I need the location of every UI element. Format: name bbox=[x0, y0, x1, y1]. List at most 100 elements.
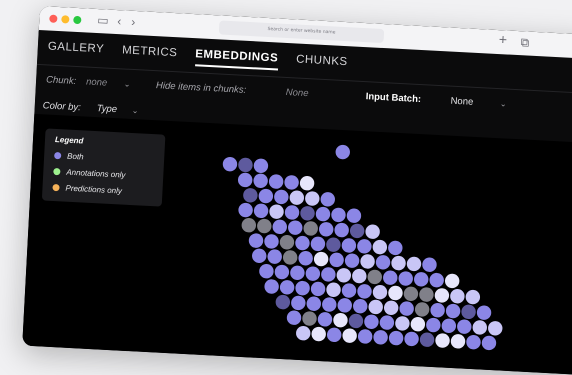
address-bar[interactable]: Search or enter website name bbox=[218, 20, 385, 44]
tab-chunks[interactable]: CHUNKS bbox=[295, 53, 348, 74]
tabs-overview-icon[interactable]: ⧉ bbox=[520, 35, 529, 49]
embedding-point[interactable] bbox=[295, 280, 310, 296]
embedding-point[interactable] bbox=[429, 272, 444, 288]
embedding-point[interactable] bbox=[326, 327, 342, 343]
embedding-point[interactable] bbox=[337, 298, 352, 313]
embedding-point[interactable] bbox=[288, 220, 303, 235]
tab-embeddings[interactable]: EMBEDDINGS bbox=[194, 48, 279, 71]
embedding-point[interactable] bbox=[414, 272, 429, 287]
embedding-point[interactable] bbox=[317, 312, 333, 327]
embedding-point[interactable] bbox=[450, 334, 466, 349]
embedding-point[interactable] bbox=[341, 283, 357, 298]
embedding-point[interactable] bbox=[305, 266, 321, 281]
embedding-point[interactable] bbox=[274, 189, 289, 205]
embedding-point[interactable] bbox=[422, 257, 437, 272]
embedding-point[interactable] bbox=[310, 236, 326, 252]
embedding-point[interactable] bbox=[222, 156, 238, 172]
embedding-point[interactable] bbox=[320, 192, 335, 207]
embedding-point[interactable] bbox=[395, 316, 410, 331]
embedding-point[interactable] bbox=[326, 237, 341, 252]
embedding-point[interactable] bbox=[353, 298, 368, 314]
hide-items-value[interactable]: None bbox=[286, 87, 309, 99]
embedding-point[interactable] bbox=[237, 172, 253, 188]
embedding-point[interactable] bbox=[336, 268, 352, 283]
embedding-point[interactable] bbox=[335, 144, 350, 160]
embedding-point[interactable] bbox=[306, 296, 321, 311]
embedding-point[interactable] bbox=[391, 255, 406, 271]
embedding-point[interactable] bbox=[313, 251, 329, 267]
embeddings-plot[interactable]: Legend Both Annotations only Predictions… bbox=[22, 113, 572, 375]
embedding-point[interactable] bbox=[364, 314, 379, 329]
embedding-point[interactable] bbox=[441, 318, 457, 334]
embedding-point[interactable] bbox=[375, 255, 391, 270]
embedding-point[interactable] bbox=[426, 317, 441, 333]
embedding-point[interactable] bbox=[383, 300, 399, 315]
embedding-point[interactable] bbox=[360, 254, 375, 269]
embedding-point[interactable] bbox=[303, 221, 318, 236]
embedding-point[interactable] bbox=[289, 190, 305, 205]
embedding-point[interactable] bbox=[311, 326, 326, 342]
embedding-point[interactable] bbox=[291, 295, 306, 311]
embedding-point[interactable] bbox=[290, 265, 305, 281]
embedding-point[interactable] bbox=[344, 253, 360, 268]
input-batch-select[interactable]: None ⌄ bbox=[450, 96, 507, 110]
embedding-point[interactable] bbox=[334, 222, 349, 238]
embedding-point[interactable] bbox=[379, 315, 395, 330]
embedding-point[interactable] bbox=[461, 304, 476, 320]
embedding-point[interactable] bbox=[299, 176, 315, 191]
embedding-point[interactable] bbox=[352, 268, 367, 284]
embedding-point[interactable] bbox=[298, 251, 313, 266]
embedding-point[interactable] bbox=[268, 174, 284, 189]
embedding-point[interactable] bbox=[445, 303, 461, 319]
embedding-point[interactable] bbox=[284, 175, 299, 190]
embedding-point[interactable] bbox=[259, 264, 274, 279]
embedding-point[interactable] bbox=[321, 267, 336, 282]
embedding-point[interactable] bbox=[357, 239, 372, 254]
chunk-select[interactable]: none ⌄ bbox=[86, 77, 131, 90]
embedding-point[interactable] bbox=[481, 335, 497, 351]
embedding-point[interactable] bbox=[346, 208, 362, 223]
color-by-select[interactable]: Type ⌄ bbox=[96, 103, 138, 116]
embedding-point[interactable] bbox=[315, 206, 331, 222]
embedding-point[interactable] bbox=[267, 249, 282, 264]
embedding-point[interactable] bbox=[435, 333, 450, 348]
embedding-point[interactable] bbox=[444, 273, 460, 289]
embedding-point[interactable] bbox=[476, 305, 492, 320]
embedding-point[interactable] bbox=[248, 233, 264, 248]
embedding-point[interactable] bbox=[349, 223, 365, 239]
embedding-point[interactable] bbox=[430, 303, 445, 318]
embedding-point[interactable] bbox=[357, 329, 373, 344]
embedding-point[interactable] bbox=[275, 294, 291, 310]
embedding-point[interactable] bbox=[434, 288, 450, 303]
embedding-point[interactable] bbox=[258, 188, 274, 204]
embedding-point[interactable] bbox=[368, 299, 383, 315]
embedding-point[interactable] bbox=[331, 207, 346, 223]
embedding-point[interactable] bbox=[238, 157, 253, 173]
embedding-point[interactable] bbox=[274, 264, 290, 280]
embedding-point[interactable] bbox=[241, 218, 257, 233]
embedding-point[interactable] bbox=[279, 235, 295, 250]
embedding-point[interactable] bbox=[419, 332, 435, 347]
embedding-point[interactable] bbox=[472, 320, 487, 335]
embedding-point[interactable] bbox=[372, 284, 388, 300]
embedding-point[interactable] bbox=[333, 312, 348, 328]
embedding-point[interactable] bbox=[319, 222, 334, 237]
embedding-point[interactable] bbox=[329, 252, 344, 268]
embedding-point[interactable] bbox=[419, 287, 434, 302]
embedding-point[interactable] bbox=[367, 269, 382, 285]
tab-metrics[interactable]: METRICS bbox=[122, 44, 178, 65]
close-window-button[interactable] bbox=[49, 14, 58, 23]
embedding-point[interactable] bbox=[450, 289, 465, 304]
embedding-point[interactable] bbox=[295, 235, 310, 251]
embedding-point[interactable] bbox=[282, 250, 298, 265]
tab-gallery[interactable]: GALLERY bbox=[47, 40, 105, 61]
embedding-point[interactable] bbox=[342, 328, 357, 343]
back-icon[interactable]: ‹ bbox=[117, 14, 122, 28]
embedding-point[interactable] bbox=[243, 188, 258, 203]
embedding-point[interactable] bbox=[357, 284, 372, 299]
embedding-point[interactable] bbox=[383, 270, 398, 285]
minimize-window-button[interactable] bbox=[61, 15, 70, 24]
new-tab-icon[interactable]: + bbox=[498, 31, 507, 47]
embedding-point[interactable] bbox=[399, 301, 414, 316]
embedding-point[interactable] bbox=[253, 173, 268, 188]
